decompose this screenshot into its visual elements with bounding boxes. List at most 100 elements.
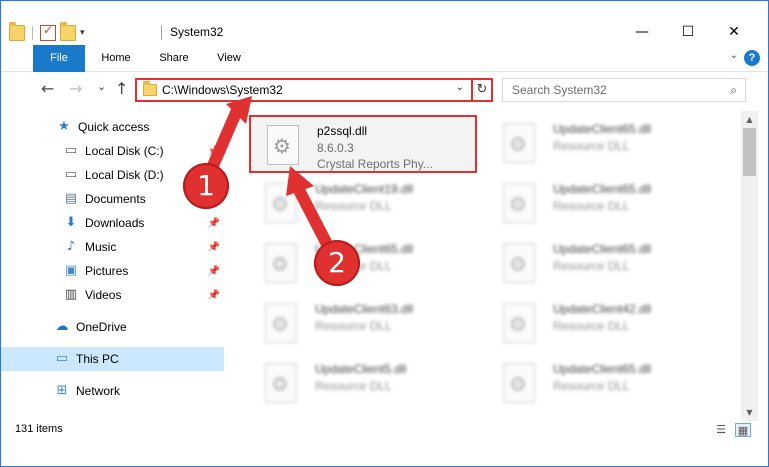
dll-file-icon	[503, 123, 535, 163]
file-version: 8.6.0.3	[317, 141, 354, 155]
file-name: UpdateClient19.dll	[315, 182, 414, 196]
search-icon[interactable]: ⌕	[730, 83, 737, 98]
file-type: Resource DLL	[315, 319, 392, 333]
scrollbar-thumb[interactable]	[743, 128, 756, 176]
file-type: Resource DLL	[315, 379, 392, 393]
drive-icon: ▭	[64, 143, 78, 158]
file-name: UpdateClient65.dll	[553, 362, 652, 376]
forward-button[interactable]: →	[69, 79, 82, 99]
drive-icon: ▭	[64, 167, 78, 182]
sidebar-item-pictures[interactable]: ▣ Pictures 📌	[1, 259, 224, 283]
file-type: Resource DLL	[315, 199, 392, 213]
dll-file-icon	[503, 363, 535, 403]
file-name: UpdateClient65.dll	[553, 122, 652, 136]
expand-ribbon-chevron-icon[interactable]: ⌄	[730, 50, 738, 61]
file-item[interactable]: UpdateClient5.dll Resource DLL	[249, 355, 479, 411]
file-item[interactable]: UpdateClient63.dll Resource DLL	[249, 295, 479, 353]
file-item-p2ssql[interactable]: p2ssql.dll 8.6.0.3 Crystal Reports Phy..…	[249, 115, 477, 173]
properties-icon[interactable]	[40, 23, 56, 41]
sidebar-item-videos[interactable]: ▥ Videos 📌	[1, 283, 224, 307]
file-item[interactable]: UpdateClient65.dll Resource DLL	[487, 115, 717, 173]
file-item[interactable]: UpdateClient65.dll Resource DLL	[487, 175, 717, 233]
folder-icon	[143, 81, 157, 96]
scroll-up-arrow-icon[interactable]: ▲	[741, 111, 758, 128]
new-folder-icon[interactable]	[60, 22, 76, 41]
file-description: Crystal Reports Phy...	[317, 157, 433, 171]
dll-file-icon	[503, 183, 535, 223]
folder-icon	[9, 22, 25, 41]
tab-share[interactable]: Share	[151, 45, 197, 72]
file-item[interactable]: UpdateClient42.dll Resource DLL	[487, 295, 717, 353]
sidebar-item-network[interactable]: ⊞ Network	[1, 379, 224, 403]
file-type: Resource DLL	[553, 319, 630, 333]
callout-badge-one: 1	[183, 163, 229, 209]
search-box[interactable]: ⌕	[502, 78, 746, 102]
tab-view[interactable]: View	[209, 45, 249, 72]
sidebar-item-label: Videos	[85, 288, 122, 302]
file-item[interactable]: UpdateClient19.dll Resource DLL	[249, 175, 479, 233]
help-button[interactable]: ?	[744, 50, 760, 66]
window-title: System32	[170, 25, 224, 39]
callout-badge-two: 2	[314, 240, 360, 286]
sidebar-item-downloads[interactable]: ⬇ Downloads 📌	[1, 211, 224, 235]
network-icon: ⊞	[56, 383, 68, 398]
pin-icon[interactable]: 📌	[208, 146, 220, 157]
back-button[interactable]: ←	[41, 79, 54, 99]
file-type: Resource DLL	[553, 139, 630, 153]
dll-file-icon	[503, 243, 535, 283]
sidebar-item-onedrive[interactable]: ☁ OneDrive	[1, 315, 224, 339]
computer-icon: ▭	[55, 351, 69, 366]
status-bar: 131 items ☰ ▦	[1, 419, 768, 441]
details-view-icon[interactable]: ☰	[713, 423, 729, 437]
dll-file-icon	[265, 183, 297, 223]
file-name: p2ssql.dll	[317, 124, 368, 138]
download-icon: ⬇	[65, 215, 77, 230]
minimize-button[interactable]: —	[619, 19, 665, 45]
file-item[interactable]: UpdateClient65.dll Resource DLL	[487, 355, 717, 411]
sidebar-item-this-pc[interactable]: ▭ This PC	[1, 347, 224, 371]
title-separator	[161, 26, 162, 40]
search-input[interactable]	[512, 80, 712, 100]
documents-icon: ▤	[64, 191, 78, 206]
tab-file[interactable]: File	[33, 45, 85, 72]
pin-icon[interactable]: 📌	[208, 218, 220, 229]
pin-icon[interactable]: 📌	[208, 266, 220, 277]
toolbar-separator	[32, 26, 33, 40]
close-button[interactable]: ✕	[711, 19, 757, 45]
vertical-scrollbar[interactable]: ▲ ▼	[741, 111, 758, 421]
dll-file-icon	[265, 243, 297, 283]
navigation-bar: ← → ⌄ ↑ C:\Windows\System32 ⌄ ↻ ⌕	[1, 73, 768, 109]
item-count: 131 items	[15, 423, 63, 435]
sidebar-item-label: Downloads	[85, 216, 145, 230]
sidebar-item-label: Quick access	[78, 120, 150, 134]
up-button[interactable]: ↑	[115, 79, 128, 99]
sidebar-item-label: This PC	[76, 352, 119, 366]
sidebar-item-music[interactable]: ♪ Music 📌	[1, 235, 224, 259]
file-name: UpdateClient63.dll	[315, 302, 414, 316]
pin-icon[interactable]: 📌	[208, 290, 220, 301]
pin-icon[interactable]: 📌	[208, 242, 220, 253]
tiles-view-icon[interactable]: ▦	[735, 423, 751, 437]
maximize-button[interactable]: ☐	[665, 19, 711, 45]
sidebar-item-label: Network	[76, 384, 121, 398]
file-item[interactable]: UpdateClient65.dll Resource DLL	[249, 235, 479, 293]
dll-file-icon	[503, 303, 535, 343]
ribbon-tabs: File Home Share View ⌄ ?	[1, 45, 768, 72]
title-bar: ▾ System32 — ☐ ✕	[1, 1, 768, 45]
customize-toolbar-chevron-down-icon[interactable]: ▾	[80, 28, 85, 38]
file-name: UpdateClient5.dll	[315, 362, 407, 376]
file-type: Resource DLL	[553, 199, 630, 213]
tab-home[interactable]: Home	[93, 45, 139, 72]
sidebar-item-local-disk-c[interactable]: ▭ Local Disk (C:) 📌	[1, 139, 224, 163]
address-bar[interactable]: C:\Windows\System32 ⌄ ↻	[135, 78, 493, 102]
onedrive-icon: ☁	[55, 319, 69, 334]
address-path[interactable]: C:\Windows\System32	[162, 83, 283, 97]
address-history-chevron-down-icon[interactable]: ⌄	[456, 82, 464, 93]
recent-locations-chevron-down-icon[interactable]: ⌄	[97, 77, 106, 97]
videos-icon: ▥	[64, 287, 78, 302]
quick-access-toolbar: ▾	[9, 22, 85, 43]
file-item[interactable]: UpdateClient65.dll Resource DLL	[487, 235, 717, 293]
dll-file-icon	[265, 363, 297, 403]
sidebar-item-quick-access[interactable]: ★ Quick access	[1, 115, 224, 139]
refresh-button[interactable]: ↻	[471, 78, 491, 102]
